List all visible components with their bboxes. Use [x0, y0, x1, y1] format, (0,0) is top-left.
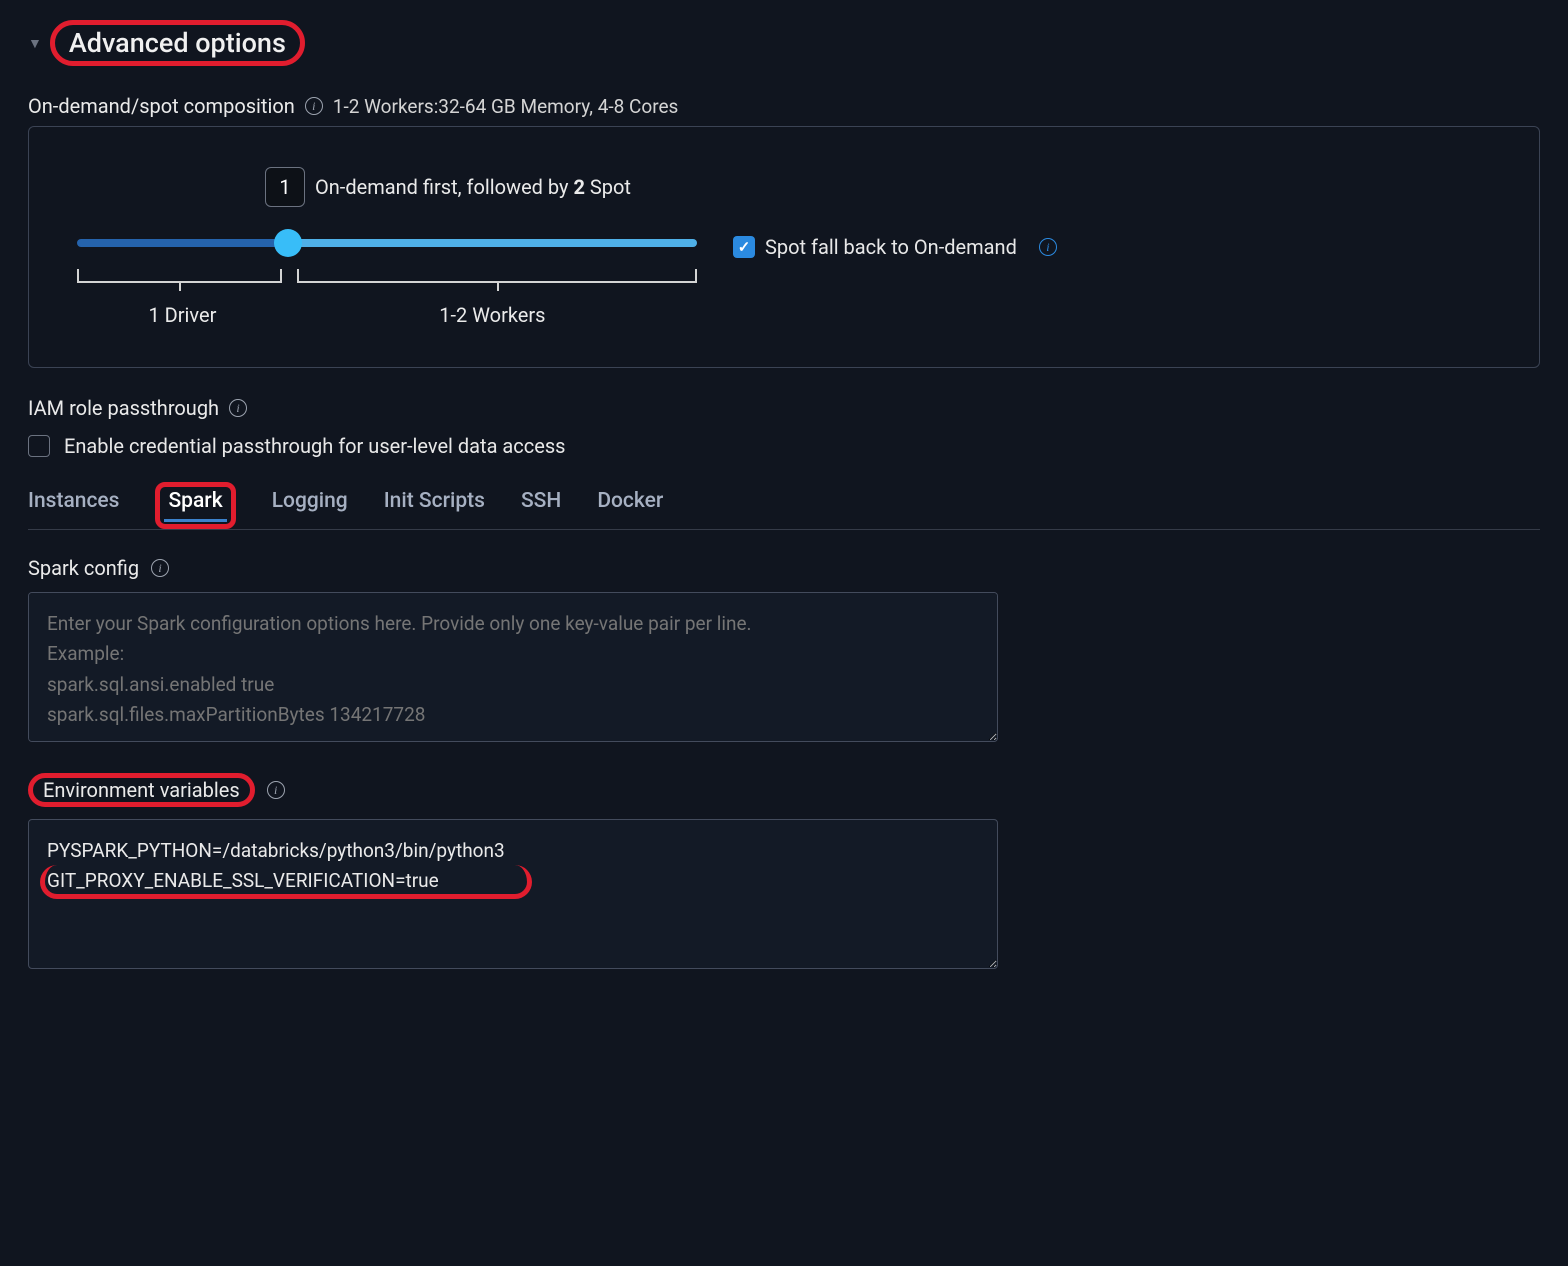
tab-ssh[interactable]: SSH	[521, 489, 561, 523]
slider-value: 1	[265, 167, 305, 207]
info-icon[interactable]: i	[1039, 238, 1057, 256]
env-variables-label: Environment variables	[43, 778, 240, 802]
slider-desc-prefix: On-demand first, followed by	[315, 175, 573, 199]
slider-description: On-demand first, followed by 2 Spot	[315, 175, 631, 199]
info-icon[interactable]: i	[305, 97, 323, 115]
iam-label: IAM role passthrough	[28, 396, 219, 420]
workers-bracket-label: 1-2 Workers	[288, 303, 697, 327]
spark-config-label: Spark config	[28, 556, 139, 580]
composition-slider[interactable]	[77, 225, 697, 265]
composition-label: On-demand/spot composition	[28, 94, 295, 118]
spot-fallback-label: Spot fall back to On-demand	[765, 235, 1017, 259]
env-variables-highlight: Environment variables	[28, 773, 255, 807]
spot-fallback-checkbox[interactable]: ✓	[733, 236, 755, 258]
slider-thumb[interactable]	[274, 229, 302, 257]
iam-checkbox-label: Enable credential passthrough for user-l…	[64, 434, 565, 458]
info-icon[interactable]: i	[229, 399, 247, 417]
chevron-down-icon[interactable]: ▼	[28, 35, 42, 52]
slider-desc-bold: 2	[573, 175, 584, 199]
slider-desc-suffix: Spot	[585, 175, 631, 199]
tab-init-scripts[interactable]: Init Scripts	[384, 489, 485, 523]
iam-passthrough-checkbox[interactable]	[28, 435, 50, 457]
tab-spark-highlight: Spark	[155, 482, 235, 529]
advanced-options-title[interactable]: Advanced options	[69, 27, 286, 59]
info-icon[interactable]: i	[151, 559, 169, 577]
advanced-options-highlight: Advanced options	[50, 20, 305, 66]
tab-instances[interactable]: Instances	[28, 489, 119, 523]
driver-bracket-label: 1 Driver	[77, 303, 288, 327]
tabs: Instances Spark Logging Init Scripts SSH…	[28, 482, 1540, 530]
spark-config-textarea[interactable]	[28, 592, 998, 742]
env-variables-textarea[interactable]	[28, 819, 998, 969]
tab-spark[interactable]: Spark	[164, 489, 226, 522]
composition-box: 1 On-demand first, followed by 2 Spot 1 …	[28, 126, 1540, 368]
tab-logging[interactable]: Logging	[272, 489, 348, 523]
worker-summary: 1-2 Workers:32-64 GB Memory, 4-8 Cores	[333, 95, 679, 118]
info-icon[interactable]: i	[267, 781, 285, 799]
tab-docker[interactable]: Docker	[597, 489, 663, 523]
